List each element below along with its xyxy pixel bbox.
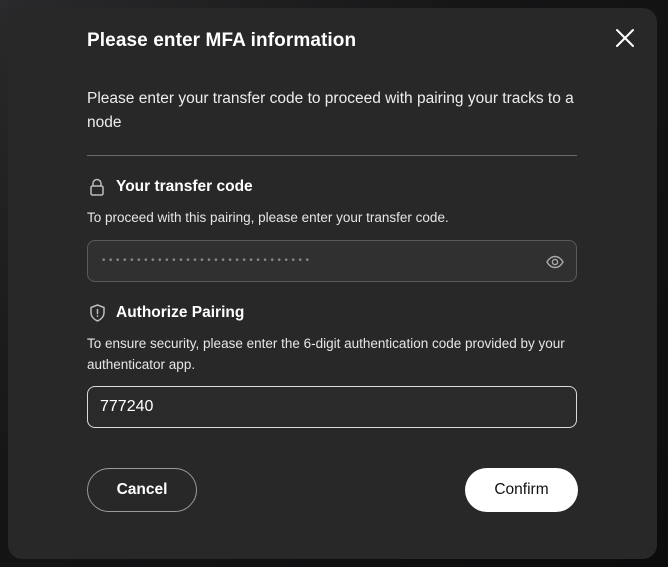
eye-icon — [546, 255, 564, 269]
transfer-code-title: Your transfer code — [116, 178, 253, 195]
auth-code-value: 777240 — [100, 398, 154, 415]
show-password-button[interactable] — [544, 251, 566, 273]
transfer-code-masked-value: •••••••••••••••••••••••••••••• — [101, 256, 312, 266]
divider — [87, 155, 577, 156]
transfer-code-heading: Your transfer code — [87, 177, 253, 197]
mfa-dialog: Please enter MFA information Please ente… — [8, 8, 657, 559]
transfer-code-input[interactable]: •••••••••••••••••••••••••••••• — [87, 240, 577, 282]
dialog-title: Please enter MFA information — [87, 30, 357, 51]
authorize-description: To ensure security, please enter the 6-d… — [87, 336, 565, 372]
close-button[interactable] — [610, 23, 640, 53]
lock-icon — [87, 177, 107, 197]
transfer-code-description: To proceed with this pairing, please ent… — [87, 210, 449, 225]
auth-code-input[interactable]: 777240 — [87, 386, 577, 428]
confirm-button[interactable]: Confirm — [465, 468, 578, 512]
cancel-button[interactable]: Cancel — [87, 468, 197, 512]
dialog-intro: Please enter your transfer code to proce… — [87, 90, 574, 131]
authorize-title: Authorize Pairing — [116, 304, 245, 321]
close-icon — [616, 29, 634, 47]
shield-icon — [87, 303, 107, 323]
authorize-heading: Authorize Pairing — [87, 303, 244, 323]
